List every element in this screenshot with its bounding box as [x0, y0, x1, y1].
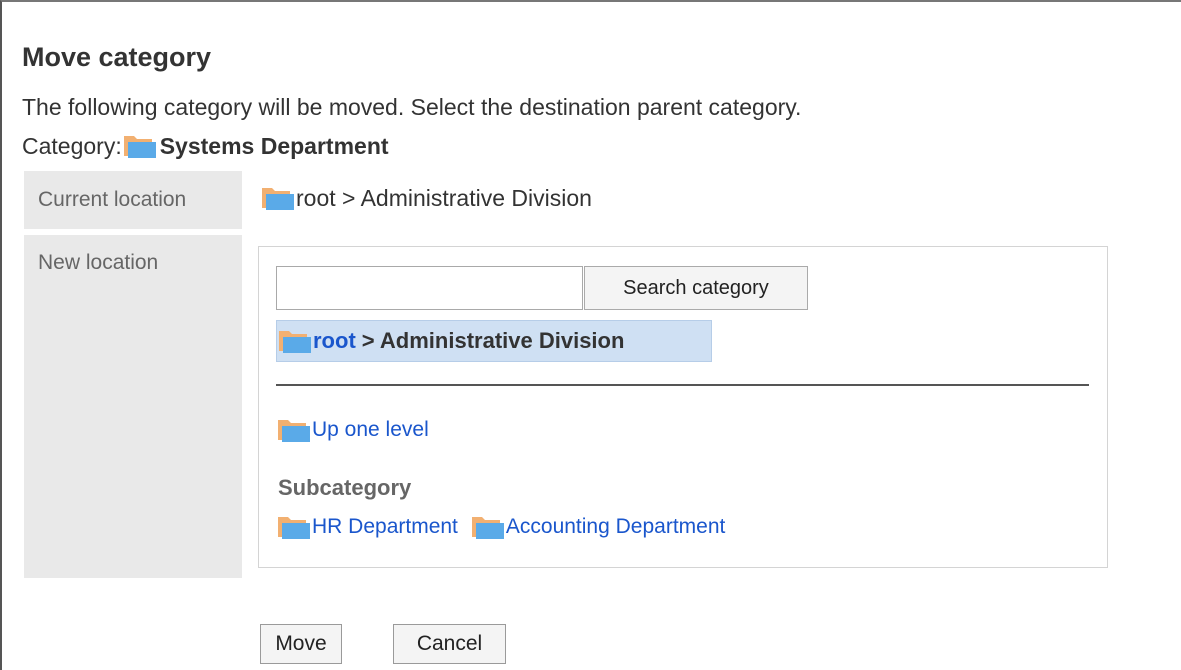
- subcategory-heading: Subcategory: [278, 475, 412, 500]
- current-location-path: root > Administrative Division: [296, 184, 592, 211]
- subcategory-list: HR Department Accounting Department: [276, 513, 737, 541]
- instruction-text: The following category will be moved. Se…: [22, 94, 802, 120]
- current-location-label: Current location: [24, 171, 242, 229]
- subcategory-item[interactable]: Accounting Department: [470, 513, 725, 541]
- move-button[interactable]: Move: [260, 624, 342, 664]
- selected-path-rest: > Administrative Division: [361, 328, 625, 353]
- folder-icon: [276, 416, 312, 444]
- subcategory-link-accounting[interactable]: Accounting Department: [506, 515, 725, 539]
- search-category-button[interactable]: Search category: [584, 266, 808, 310]
- category-name: Systems Department: [159, 132, 389, 159]
- category-search-input[interactable]: [276, 266, 583, 310]
- category-line: Category: Systems Department: [22, 132, 389, 160]
- up-one-level-link[interactable]: Up one level: [312, 418, 429, 442]
- page-title: Move category: [22, 42, 212, 72]
- folder-icon: [277, 327, 313, 355]
- subcategory-link-hr[interactable]: HR Department: [312, 515, 458, 539]
- selected-destination-path: root > Administrative Division: [276, 320, 712, 362]
- divider: [276, 384, 1089, 386]
- subcategory-item[interactable]: HR Department: [276, 513, 458, 541]
- folder-icon: [470, 513, 506, 541]
- new-location-label: New location: [24, 235, 242, 578]
- category-label: Category:: [22, 132, 122, 159]
- folder-icon: [260, 184, 296, 212]
- folder-icon: [276, 513, 312, 541]
- root-link[interactable]: root: [313, 328, 356, 354]
- folder-icon: [122, 132, 158, 160]
- up-one-level-row[interactable]: Up one level: [276, 416, 429, 444]
- cancel-button[interactable]: Cancel: [393, 624, 506, 664]
- current-location-value: root > Administrative Division: [260, 184, 592, 212]
- move-category-panel: Move category The following category wil…: [0, 0, 1181, 670]
- new-location-box: Search category root > Administrative Di…: [258, 246, 1108, 568]
